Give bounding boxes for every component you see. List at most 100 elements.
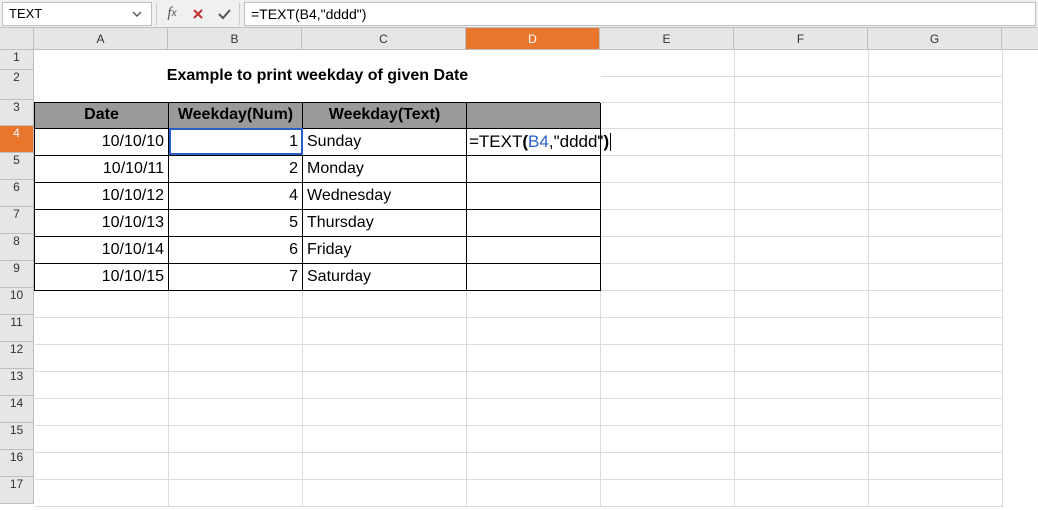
cell[interactable]: [735, 209, 869, 236]
cell[interactable]: [869, 398, 1003, 425]
row-header-11[interactable]: 11: [0, 315, 34, 342]
cell[interactable]: [303, 452, 467, 479]
cell[interactable]: [869, 371, 1003, 398]
cell[interactable]: [601, 317, 735, 344]
row-header-3[interactable]: 3: [0, 100, 34, 126]
row-header-17[interactable]: 17: [0, 477, 34, 504]
cell[interactable]: [601, 479, 735, 506]
cell[interactable]: [735, 102, 869, 128]
cell[interactable]: [467, 155, 601, 182]
accept-icon[interactable]: [211, 2, 237, 26]
cell[interactable]: [601, 371, 735, 398]
cell[interactable]: [35, 398, 169, 425]
cell[interactable]: [467, 182, 601, 209]
cell-weekday-num[interactable]: 2: [169, 155, 303, 182]
cell[interactable]: [869, 452, 1003, 479]
cell[interactable]: [467, 371, 601, 398]
row-header-15[interactable]: 15: [0, 423, 34, 450]
cell-weekday-text[interactable]: Thursday: [303, 209, 467, 236]
row-header-14[interactable]: 14: [0, 396, 34, 423]
cell[interactable]: [303, 290, 467, 317]
cell[interactable]: [601, 425, 735, 452]
cell[interactable]: [735, 50, 869, 76]
cell[interactable]: [735, 425, 869, 452]
cell[interactable]: [35, 290, 169, 317]
cell-weekday-num[interactable]: 7: [169, 263, 303, 290]
cell[interactable]: [601, 290, 735, 317]
cell[interactable]: [869, 128, 1003, 155]
cell[interactable]: [169, 344, 303, 371]
row-header-9[interactable]: 9: [0, 261, 34, 288]
cell[interactable]: [467, 263, 601, 290]
cell[interactable]: [303, 317, 467, 344]
cell[interactable]: [601, 398, 735, 425]
col-header-B[interactable]: B: [168, 28, 302, 49]
cell[interactable]: [303, 479, 467, 506]
cell[interactable]: [735, 398, 869, 425]
cell[interactable]: [735, 182, 869, 209]
row-header-2[interactable]: 2: [0, 70, 34, 100]
cancel-icon[interactable]: [185, 2, 211, 26]
cell[interactable]: [169, 398, 303, 425]
row-header-13[interactable]: 13: [0, 369, 34, 396]
formula-input[interactable]: =TEXT(B4,"dddd"): [244, 2, 1036, 26]
cell[interactable]: [735, 290, 869, 317]
cell-weekday-text[interactable]: Monday: [303, 155, 467, 182]
cell[interactable]: [869, 236, 1003, 263]
cell[interactable]: [869, 263, 1003, 290]
cell[interactable]: [735, 236, 869, 263]
cell-weekday-text[interactable]: Saturday: [303, 263, 467, 290]
cell-date[interactable]: 10/10/10: [35, 128, 169, 155]
title-cell[interactable]: Example to print weekday of given Date: [35, 50, 601, 102]
cell[interactable]: [35, 317, 169, 344]
cell[interactable]: [601, 452, 735, 479]
cell-weekday-text[interactable]: Sunday: [303, 128, 467, 155]
cell[interactable]: [869, 344, 1003, 371]
cell[interactable]: [467, 479, 601, 506]
cell[interactable]: [467, 317, 601, 344]
cell[interactable]: [303, 425, 467, 452]
cell[interactable]: [601, 50, 735, 76]
col-header-D[interactable]: D: [466, 28, 600, 49]
col-header-A[interactable]: A: [34, 28, 168, 49]
cell[interactable]: [735, 317, 869, 344]
name-box[interactable]: TEXT: [2, 2, 152, 26]
row-header-1[interactable]: 1: [0, 50, 34, 70]
cell[interactable]: [467, 452, 601, 479]
cell[interactable]: [303, 371, 467, 398]
cell[interactable]: [169, 317, 303, 344]
cell[interactable]: [869, 50, 1003, 76]
header-weekday-num[interactable]: Weekday(Num): [169, 102, 303, 128]
col-header-C[interactable]: C: [302, 28, 466, 49]
cell[interactable]: [869, 209, 1003, 236]
cell[interactable]: [467, 344, 601, 371]
row-header-5[interactable]: 5: [0, 153, 34, 180]
cell[interactable]: [869, 290, 1003, 317]
cell-date[interactable]: 10/10/12: [35, 182, 169, 209]
cell[interactable]: [735, 155, 869, 182]
cell[interactable]: [869, 425, 1003, 452]
cell[interactable]: [35, 425, 169, 452]
cell-weekday-num[interactable]: 5: [169, 209, 303, 236]
cell[interactable]: [35, 371, 169, 398]
cell[interactable]: [735, 371, 869, 398]
header-date[interactable]: Date: [35, 102, 169, 128]
cell-weekday-num[interactable]: 6: [169, 236, 303, 263]
cell[interactable]: [303, 344, 467, 371]
row-header-12[interactable]: 12: [0, 342, 34, 369]
cell[interactable]: [869, 479, 1003, 506]
cell[interactable]: [735, 344, 869, 371]
cell[interactable]: [35, 344, 169, 371]
cell[interactable]: [735, 263, 869, 290]
cell[interactable]: [169, 371, 303, 398]
select-all-corner[interactable]: [0, 28, 34, 50]
cell-weekday-text[interactable]: Wednesday: [303, 182, 467, 209]
cell[interactable]: [869, 155, 1003, 182]
header-weekday-text[interactable]: Weekday(Text): [303, 102, 467, 128]
cell[interactable]: [869, 317, 1003, 344]
row-header-4[interactable]: 4: [0, 126, 34, 153]
cell[interactable]: [467, 290, 601, 317]
cell[interactable]: [601, 209, 735, 236]
header-empty[interactable]: [467, 102, 601, 128]
cell-editing-D4[interactable]: =TEXT(B4,"dddd"): [467, 128, 601, 155]
